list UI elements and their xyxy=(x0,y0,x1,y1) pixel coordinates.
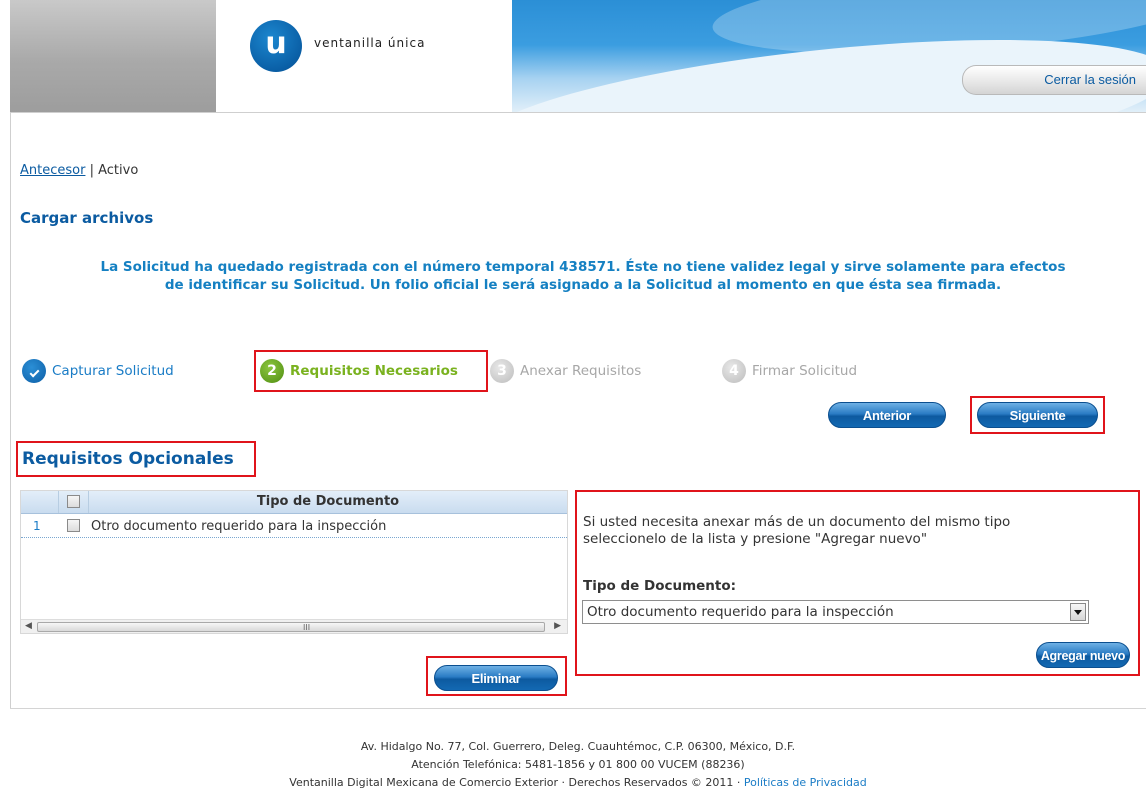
notice-line-2: de identificar su Solicitud. Un folio of… xyxy=(164,277,1002,293)
footer-address: Av. Hidalgo No. 77, Col. Guerrero, Deleg… xyxy=(360,740,796,753)
footer: Av. Hidalgo No. 77, Col. Guerrero, Deleg… xyxy=(10,738,1146,792)
chevron-down-icon[interactable] xyxy=(1070,603,1086,621)
table-row[interactable]: 1 Otro documento requerido para la inspe… xyxy=(21,515,567,538)
header-banner xyxy=(512,0,1146,112)
breadcrumb: Antecesor | Activo xyxy=(20,163,138,178)
footer-divider xyxy=(10,708,1146,709)
row-number: 1 xyxy=(33,519,41,533)
tipo-documento-label: Tipo de Documento: xyxy=(583,578,737,594)
left-border xyxy=(10,112,11,708)
horizontal-scrollbar[interactable]: ◀ III ▶ xyxy=(21,619,567,633)
logo-area: u ventanilla única xyxy=(216,0,512,112)
step-label: Capturar Solicitud xyxy=(52,363,174,379)
notice-line-1: La Solicitud ha quedado registrada con e… xyxy=(100,259,1066,275)
breadcrumb-current: Activo xyxy=(98,163,139,178)
scrollbar-grip: III xyxy=(303,623,311,632)
info-line-2: seleccionelo de la lista y presione "Agr… xyxy=(583,531,928,547)
select-all-checkbox[interactable] xyxy=(67,495,80,508)
row-checkbox[interactable] xyxy=(67,519,80,532)
step-firmar-solicitud: 4 Firmar Solicitud xyxy=(722,357,857,385)
logout-button[interactable]: Cerrar la sesión xyxy=(962,65,1146,95)
breadcrumb-link-antecesor[interactable]: Antecesor xyxy=(20,163,85,178)
logo-letter: u xyxy=(265,26,287,61)
registration-notice: La Solicitud ha quedado registrada con e… xyxy=(20,258,1146,294)
documents-grid: Tipo de Documento 1 Otro documento reque… xyxy=(20,490,568,634)
scroll-left-icon[interactable]: ◀ xyxy=(25,621,32,631)
step-label: Firmar Solicitud xyxy=(752,363,858,379)
grid-header-tipo: Tipo de Documento xyxy=(256,494,400,509)
breadcrumb-separator: | xyxy=(89,163,94,178)
highlight-box xyxy=(16,441,256,477)
footer-copyright: Ventanilla Digital Mexicana de Comercio … xyxy=(10,774,1146,792)
grid-header: Tipo de Documento xyxy=(21,491,567,514)
logo-icon: u xyxy=(250,20,302,72)
grid-header-check xyxy=(59,491,89,513)
grid-header-number xyxy=(21,491,59,513)
tipo-documento-select[interactable]: Otro documento requerido para la inspecc… xyxy=(582,600,1089,624)
anterior-button[interactable]: Anterior xyxy=(828,402,946,428)
page-title: Cargar archivos xyxy=(20,209,154,227)
check-icon xyxy=(22,359,46,383)
row-tipo: Otro documento requerido para la inspecc… xyxy=(91,519,387,534)
agregar-nuevo-button[interactable]: Agregar nuevo xyxy=(1036,642,1130,668)
footer-phone: Atención Telefónica: 5481-1856 y 01 800 … xyxy=(411,758,745,771)
scroll-right-icon[interactable]: ▶ xyxy=(554,621,561,631)
info-line-1: Si usted necesita anexar más de un docum… xyxy=(583,514,1011,530)
header-divider xyxy=(10,112,1146,113)
header-gray-panel xyxy=(10,0,216,112)
header: u ventanilla única Cerrar la sesión xyxy=(10,0,1146,112)
logo-text: ventanilla única xyxy=(314,36,426,50)
select-value: Otro documento requerido para la inspecc… xyxy=(587,604,894,620)
step-label: Anexar Requisitos xyxy=(520,363,642,379)
footer-copyright-text: Ventanilla Digital Mexicana de Comercio … xyxy=(289,776,741,789)
privacy-link[interactable]: Políticas de Privacidad xyxy=(744,776,867,789)
scrollbar-thumb[interactable]: III xyxy=(37,622,545,632)
step-number-icon: 4 xyxy=(722,359,746,383)
highlight-box xyxy=(970,396,1105,434)
step-number-icon: 3 xyxy=(490,359,514,383)
step-capturar-solicitud[interactable]: Capturar Solicitud xyxy=(22,357,174,385)
add-document-info: Si usted necesita anexar más de un docum… xyxy=(583,514,1133,548)
highlight-box xyxy=(426,656,567,696)
step-anexar-requisitos: 3 Anexar Requisitos xyxy=(490,357,641,385)
highlight-box xyxy=(254,350,488,392)
